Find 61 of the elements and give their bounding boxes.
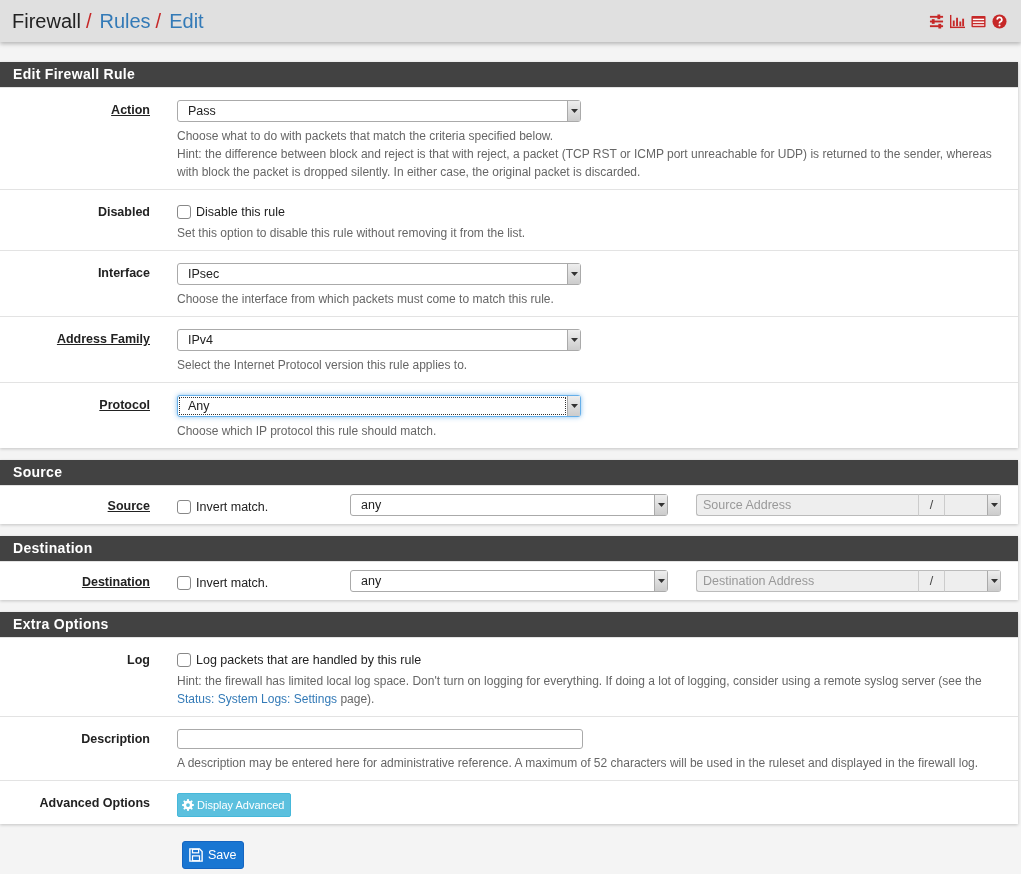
help-text: Set this option to disable this rule without removing it from the list. — [177, 225, 527, 242]
mask-dropdown[interactable] — [945, 570, 1001, 592]
checkbox-label: Invert match. — [196, 499, 269, 514]
field-label-link[interactable]: Action — [111, 100, 150, 117]
help-text: Choose what to do with packets that match the criteria specified below. — [177, 128, 555, 145]
field-label: Advanced Options — [39, 795, 150, 810]
field-label-link[interactable]: Destination — [81, 570, 150, 589]
checkbox[interactable] — [177, 653, 191, 667]
help-text: Choose the interface from which packets must come to match this rule. — [177, 291, 555, 308]
link[interactable]: Status: System Logs: Settings — [177, 692, 338, 706]
help-text: Hint: the firewall has limited local log space. Don't turn on logging for everything. If doing a lot of logging, consider using a remote syslog server (see the Status: System Logs: Settings page). — [177, 673, 983, 708]
mask-dropdown[interactable] — [945, 494, 1001, 516]
checkbox[interactable] — [177, 205, 191, 219]
save-button[interactable]: Save — [182, 841, 244, 869]
field-label-link[interactable]: Protocol — [99, 395, 150, 412]
dropdown[interactable]: any — [350, 494, 668, 516]
field-label: Disabled — [97, 204, 150, 219]
caret-icon — [657, 579, 665, 583]
checkbox-label: Log packets that are handled by this rule — [196, 653, 422, 667]
sliders-icon[interactable] — [929, 13, 944, 29]
dropdown[interactable]: Pass — [177, 100, 581, 122]
caret-icon — [990, 579, 998, 583]
checkbox-label: Disable this rule — [196, 205, 285, 219]
slash-label: / — [918, 570, 945, 592]
field-label: Log — [127, 652, 150, 667]
dropdown[interactable]: IPsec — [177, 263, 581, 285]
dropdown[interactable]: IPv4 — [177, 329, 581, 351]
caret-icon — [570, 338, 578, 342]
gear-icon — [182, 799, 194, 811]
section-header: Source — [0, 460, 1018, 485]
section-header: Destination — [0, 536, 1018, 561]
checkbox[interactable] — [177, 575, 191, 590]
breadcrumb-separator: / — [155, 9, 162, 33]
field-label-link[interactable]: Source — [107, 494, 150, 513]
address-field[interactable]: Destination Address — [696, 570, 918, 592]
description-field[interactable] — [177, 729, 583, 749]
caret-icon — [570, 109, 578, 113]
slash-label: / — [918, 494, 945, 516]
list-window-icon[interactable] — [971, 13, 986, 29]
caret-icon — [570, 272, 578, 276]
field-label-link[interactable]: Address Family — [56, 329, 150, 346]
caret-icon — [990, 503, 998, 507]
checkbox[interactable] — [177, 499, 191, 514]
section-header: Extra Options — [0, 612, 1018, 637]
dropdown[interactable]: any — [350, 570, 668, 592]
bar-chart-icon[interactable] — [950, 13, 965, 29]
help-icon[interactable] — [992, 13, 1007, 29]
dropdown[interactable]: Any — [177, 395, 581, 417]
breadcrumb-separator: / — [85, 9, 92, 33]
address-field[interactable]: Source Address — [696, 494, 918, 516]
field-label: Description — [81, 731, 150, 746]
help-text: Hint: the difference between block and reject is that with reject, a packet (TCP RST or ICMP port unreachable for UDP) is returned to the sender, whereas with block the packet is dropped silently. In either case, the original packet is discarded. — [177, 146, 993, 181]
help-text: Choose which IP protocol this rule should match. — [177, 423, 438, 440]
caret-icon — [570, 404, 578, 408]
caret-icon — [657, 503, 665, 507]
breadcrumb-item: Firewall — [12, 9, 81, 33]
help-text: Select the Internet Protocol version this rule applies to. — [177, 357, 469, 374]
field-label: Interface — [97, 265, 150, 280]
help-text: A description may be entered here for administrative reference. A maximum of 52 characters will be used in the ruleset and displayed in the firewall log. — [177, 755, 980, 772]
checkbox-label: Invert match. — [196, 575, 269, 590]
section-header: Edit Firewall Rule — [0, 62, 1018, 87]
